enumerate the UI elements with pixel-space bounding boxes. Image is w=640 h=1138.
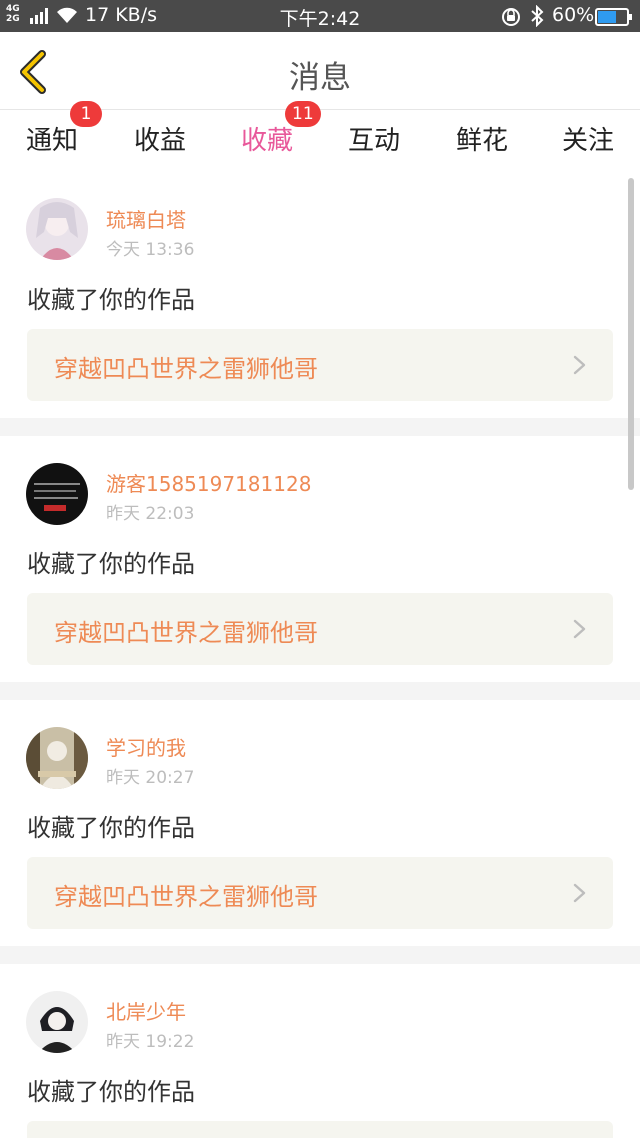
username[interactable]: 游客1585197181128 bbox=[106, 468, 311, 497]
avatar[interactable] bbox=[26, 727, 88, 789]
timestamp: 昨天 22:03 bbox=[106, 504, 195, 524]
list-item: 琉璃白塔 今天 13:36 收藏了你的作品 穿越凹凸世界之雷狮他哥 bbox=[0, 168, 640, 418]
action-text: 收藏了你的作品 bbox=[27, 286, 195, 314]
action-text: 收藏了你的作品 bbox=[27, 1078, 195, 1106]
tab-interactions[interactable]: 互动 bbox=[348, 120, 400, 157]
timestamp: 昨天 20:27 bbox=[106, 768, 195, 788]
avatar[interactable] bbox=[26, 198, 88, 260]
timestamp: 昨天 19:22 bbox=[106, 1032, 195, 1052]
battery-icon bbox=[595, 8, 632, 26]
action-text: 收藏了你的作品 bbox=[27, 550, 195, 578]
timestamp: 今天 13:36 bbox=[106, 240, 195, 260]
action-text: 收藏了你的作品 bbox=[27, 814, 195, 842]
avatar[interactable] bbox=[26, 991, 88, 1053]
battery-percent: 60% bbox=[552, 4, 595, 26]
bluetooth-icon bbox=[531, 5, 544, 27]
alarm-icon bbox=[502, 8, 520, 26]
tab-following[interactable]: 关注 bbox=[562, 120, 614, 157]
chevron-right-icon bbox=[573, 355, 586, 375]
list-item: 学习的我 昨天 20:27 收藏了你的作品 穿越凹凸世界之雷狮他哥 bbox=[0, 700, 640, 946]
tab-flowers[interactable]: 鲜花 bbox=[456, 120, 508, 157]
scrollbar[interactable] bbox=[628, 178, 634, 490]
tab-favorites[interactable]: 收藏 bbox=[241, 120, 293, 172]
status-bar: 4G 2G 17 KB/s 下午2:42 60% bbox=[0, 0, 640, 32]
tab-notifications[interactable]: 通知 bbox=[26, 120, 78, 157]
tab-bar: 通知 1 收益 收藏 11 互动 鲜花 关注 bbox=[0, 101, 640, 172]
work-link[interactable]: 穿越凹凸世界之雷狮他哥 bbox=[27, 857, 613, 929]
work-title: 穿越凹凸世界之雷狮他哥 bbox=[54, 355, 318, 383]
list-item: 游客1585197181128 昨天 22:03 收藏了你的作品 穿越凹凸世界之… bbox=[0, 436, 640, 682]
work-link[interactable]: 穿越凹凸世界之雷狮他哥 bbox=[27, 593, 613, 665]
work-link[interactable]: 穿越凹凸世界之雷狮他哥 bbox=[27, 329, 613, 401]
page-title: 消息 bbox=[289, 60, 351, 96]
work-title: 穿越凹凸世界之雷狮他哥 bbox=[54, 619, 318, 647]
header: 消息 bbox=[0, 32, 640, 110]
username[interactable]: 琉璃白塔 bbox=[106, 204, 186, 233]
favorites-badge: 11 bbox=[285, 101, 321, 127]
notifications-badge: 1 bbox=[70, 101, 102, 127]
message-list[interactable]: 琉璃白塔 今天 13:36 收藏了你的作品 穿越凹凸世界之雷狮他哥 游客1585… bbox=[0, 168, 640, 1138]
chevron-right-icon bbox=[573, 619, 586, 639]
tab-earnings[interactable]: 收益 bbox=[134, 120, 186, 157]
avatar[interactable] bbox=[26, 463, 88, 525]
work-link[interactable] bbox=[27, 1121, 613, 1138]
list-item: 北岸少年 昨天 19:22 收藏了你的作品 bbox=[0, 964, 640, 1138]
username[interactable]: 北岸少年 bbox=[106, 996, 186, 1025]
chevron-right-icon bbox=[573, 883, 586, 903]
username[interactable]: 学习的我 bbox=[106, 732, 186, 761]
work-title: 穿越凹凸世界之雷狮他哥 bbox=[54, 883, 318, 911]
